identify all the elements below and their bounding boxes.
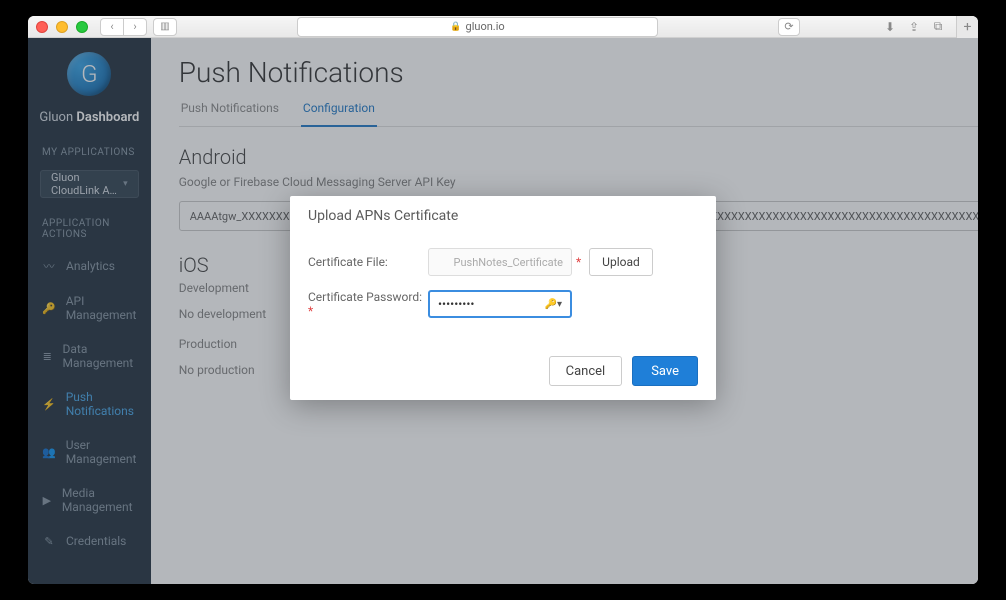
- browser-nav-buttons: ‹ ›: [100, 18, 147, 36]
- browser-reload[interactable]: ⟳: [778, 18, 800, 36]
- tabs-icon[interactable]: ⧉: [928, 18, 948, 36]
- browser-forward[interactable]: ›: [123, 18, 147, 36]
- url-host: gluon.io: [466, 20, 505, 33]
- traffic-lights: [36, 21, 88, 33]
- browser-back[interactable]: ‹: [100, 18, 124, 36]
- window-minimize[interactable]: [56, 21, 68, 33]
- new-tab-button[interactable]: +: [956, 16, 978, 38]
- certificate-file-label: Certificate File:: [308, 255, 428, 269]
- page-content: G Gluon Dashboard MY APPLICATIONS Gluon …: [28, 38, 978, 584]
- required-marker: *: [576, 255, 581, 269]
- certificate-file-row: Certificate File: PushNotes_Certificate …: [308, 248, 698, 276]
- upload-button[interactable]: Upload: [589, 248, 653, 276]
- downloads-icon[interactable]: ⬇: [880, 18, 900, 36]
- certificate-password-label: Certificate Password: *: [308, 290, 428, 318]
- key-icon: 🔑▾: [545, 299, 562, 310]
- required-marker: *: [308, 304, 313, 318]
- dialog-title: Upload APNs Certificate: [308, 208, 698, 224]
- browser-right-buttons: ⬇ ⇪ ⧉ +: [880, 16, 970, 38]
- window-close[interactable]: [36, 21, 48, 33]
- browser-addressbar[interactable]: 🔒 gluon.io: [297, 17, 658, 37]
- password-value: •••••••••: [438, 297, 474, 311]
- upload-apns-dialog: Upload APNs Certificate Certificate File…: [290, 196, 716, 400]
- browser-sidebar-toggle[interactable]: ▥: [153, 18, 177, 36]
- certificate-file-display: PushNotes_Certificate: [428, 248, 572, 276]
- window-zoom[interactable]: [76, 21, 88, 33]
- certificate-password-input[interactable]: ••••••••• 🔑▾: [428, 290, 572, 318]
- certificate-password-row: Certificate Password: * ••••••••• 🔑▾: [308, 290, 698, 318]
- cancel-button[interactable]: Cancel: [549, 356, 623, 386]
- modal-overlay[interactable]: Upload APNs Certificate Certificate File…: [28, 38, 978, 584]
- dialog-footer: Cancel Save: [308, 344, 698, 386]
- lock-icon: 🔒: [450, 22, 461, 32]
- browser-window: ‹ › ▥ 🔒 gluon.io ⟳ ⬇ ⇪ ⧉ + G Gluon Dashb…: [28, 16, 978, 584]
- browser-titlebar: ‹ › ▥ 🔒 gluon.io ⟳ ⬇ ⇪ ⧉ +: [28, 16, 978, 38]
- dialog-save-button[interactable]: Save: [632, 356, 698, 386]
- share-icon[interactable]: ⇪: [904, 18, 924, 36]
